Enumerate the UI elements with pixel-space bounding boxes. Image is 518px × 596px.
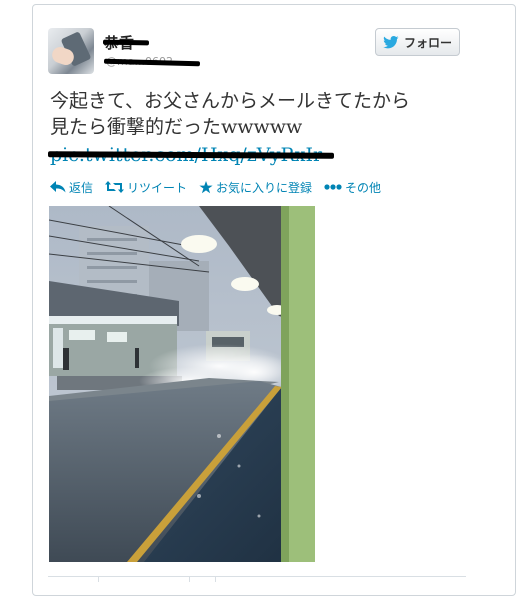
tweet-text-line: 今起きて、お父さんからメールきてたから: [50, 90, 411, 112]
more-action[interactable]: その他: [324, 179, 381, 196]
reply-icon: [50, 181, 66, 193]
reply-action[interactable]: 返信: [50, 179, 93, 196]
redaction-mark-name: [102, 39, 150, 46]
more-label: その他: [345, 180, 382, 195]
favorite-action[interactable]: お気に入りに登録: [199, 179, 312, 196]
reply-label: 返信: [69, 180, 94, 195]
stats-cell: [48, 577, 99, 582]
flooded-train-station-photo: [49, 206, 315, 562]
tweet-actions: 返信 リツイート お気に入りに登録 その他: [50, 178, 381, 196]
retweet-icon: [105, 181, 125, 193]
stats-cell: [190, 577, 216, 582]
follow-button[interactable]: フォロー: [375, 28, 460, 56]
stats-bar: [48, 576, 466, 582]
avatar[interactable]: [48, 28, 94, 74]
retweet-label: リツイート: [127, 180, 188, 195]
tweet-text: 今起きて、お父さんからメールきてたから 見たら衝撃的だったwwwww: [50, 88, 470, 140]
stats-cell: [99, 577, 190, 582]
favorite-label: お気に入りに登録: [216, 180, 313, 195]
page-left-margin: [0, 0, 30, 581]
more-icon: [324, 184, 342, 190]
tweet-photo[interactable]: [49, 206, 315, 562]
retweet-action[interactable]: リツイート: [105, 179, 187, 196]
follow-button-label: フォロー: [403, 35, 452, 50]
twitter-bird-icon: [383, 35, 399, 48]
tweet-text-line: 見たら衝撃的だったwwwww: [50, 116, 303, 138]
star-icon: [199, 180, 213, 193]
